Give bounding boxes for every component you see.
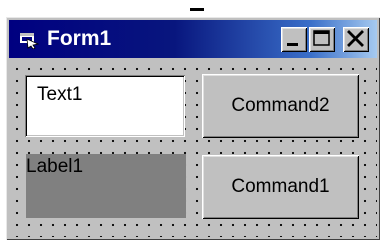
form-window: Form1 Text1 Label1 Command2 Command1 <box>6 17 380 240</box>
command1-button[interactable]: Command1 <box>202 155 359 219</box>
minimize-icon <box>287 43 298 46</box>
minimize-button[interactable] <box>281 27 307 52</box>
form-icon[interactable] <box>18 31 40 50</box>
text-cursor-mark <box>190 8 204 11</box>
text1-value[interactable]: Text1 <box>37 84 82 106</box>
title-bar[interactable]: Form1 <box>9 20 377 58</box>
screen: Form1 Text1 Label1 Command2 Command1 <box>0 0 384 240</box>
close-icon <box>347 30 364 47</box>
text1-textbox[interactable]: Text1 <box>25 75 185 137</box>
maximize-button[interactable] <box>309 27 335 52</box>
command2-button[interactable]: Command2 <box>202 74 359 138</box>
form-client-area: Text1 Label1 Command2 Command1 <box>9 59 377 237</box>
maximize-icon <box>313 30 330 46</box>
label1-text: Label1 <box>26 156 84 177</box>
label1-label: Label1 <box>26 154 186 218</box>
close-button[interactable] <box>343 27 369 52</box>
window-title: Form1 <box>47 27 112 50</box>
